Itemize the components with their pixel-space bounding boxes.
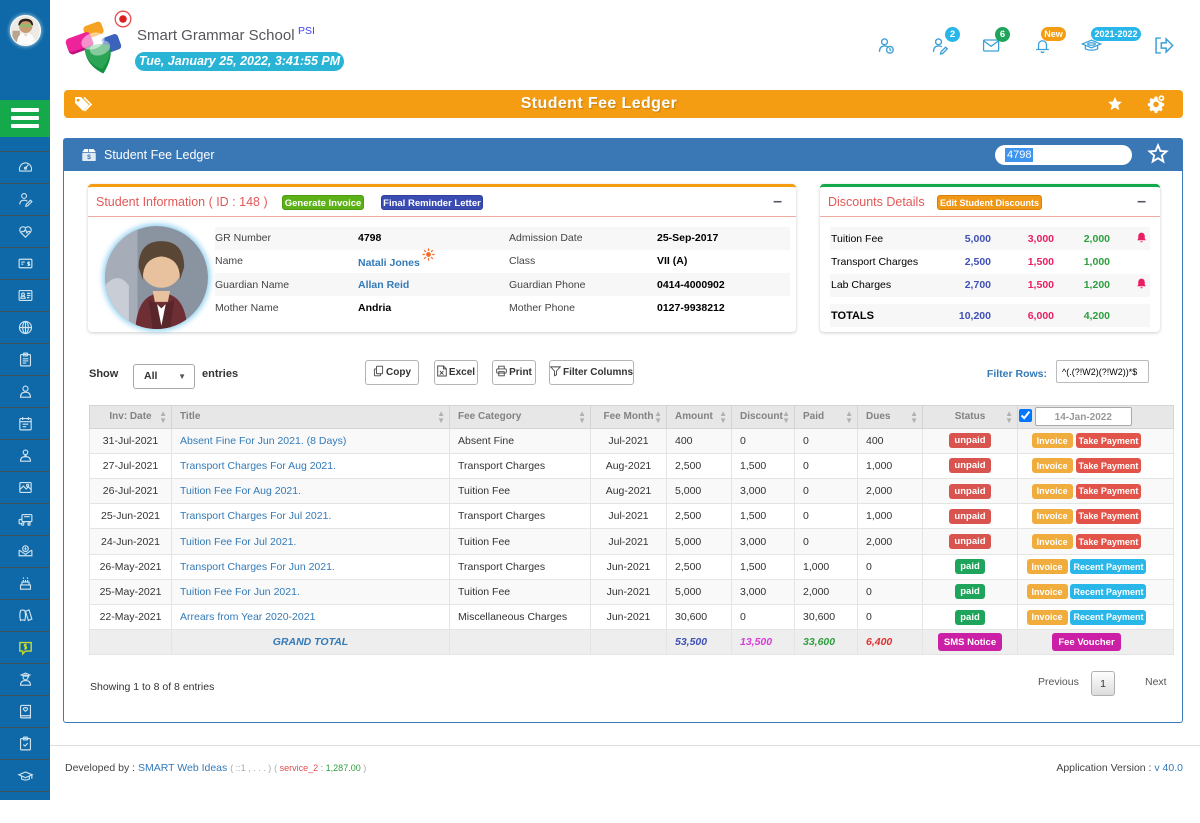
svg-text:$: $ xyxy=(87,154,91,161)
